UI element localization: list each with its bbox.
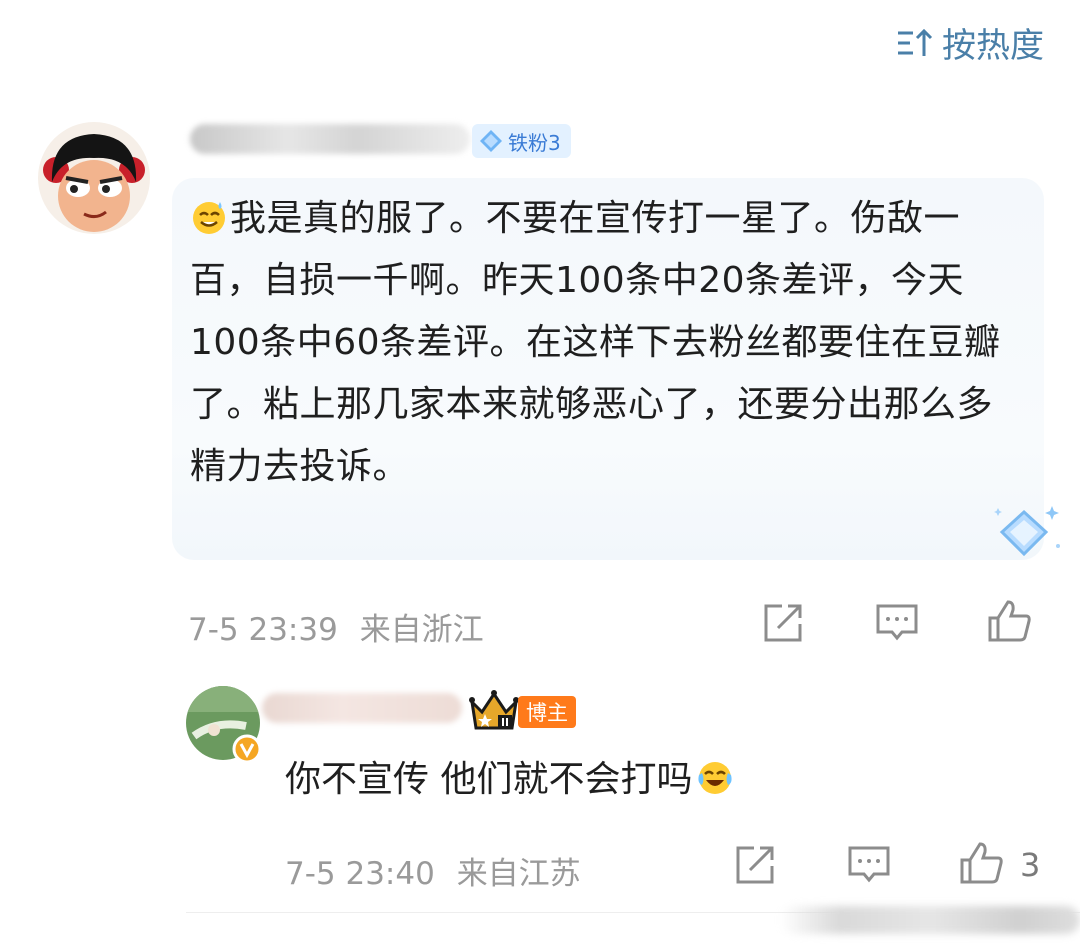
diamond-icon	[480, 130, 502, 152]
sort-icon	[898, 28, 933, 56]
reply-time: 7-5 23:40	[285, 856, 435, 892]
reply-share-icon[interactable]	[732, 842, 778, 888]
comment-time: 7-5 23:39	[188, 612, 338, 648]
fan-level-badge: 铁粉3	[472, 124, 571, 158]
comment-thread: 按热度 铁粉3 我是真的服了。不要在宣传打一星了。伤敌一百，自损一千啊。昨天10…	[0, 0, 1080, 944]
comment-text-block: 我是真的服了。不要在宣传打一星了。伤敌一百，自损一千啊。昨天100条中20条差评…	[190, 188, 1005, 498]
verified-badge-icon	[232, 734, 262, 764]
share-icon[interactable]	[760, 600, 806, 646]
commenter-name-redacted[interactable]	[190, 124, 470, 154]
watermark-blur	[780, 906, 1080, 934]
sort-by-hot-button[interactable]: 按热度	[896, 18, 1044, 67]
blogger-badge: 博主	[518, 696, 576, 728]
reply-like-count: 3	[1020, 846, 1041, 884]
reply-meta: 7-5 23:40 来自江苏	[285, 848, 581, 893]
laugh-cry-emoji	[698, 762, 733, 794]
crown-icon	[469, 690, 519, 730]
comment-text: 我是真的服了。不要在宣传打一星了。伤敌一百，自损一千啊。昨天100条中20条差评…	[190, 198, 1001, 487]
comment-icon[interactable]	[874, 600, 920, 646]
blogger-name-redacted[interactable]	[262, 693, 462, 723]
fan-level-label: 铁粉3	[508, 130, 561, 155]
reply-location: 来自江苏	[456, 856, 581, 892]
diamond-sparkle-icon	[994, 506, 1060, 557]
sweat-smile-emoji	[193, 202, 225, 234]
sort-label: 按热度	[942, 26, 1044, 66]
comment-meta: 7-5 23:39 来自浙江	[188, 604, 484, 649]
reply-comment-icon[interactable]	[846, 842, 892, 888]
reply-text: 你不宣传 他们就不会打吗	[285, 759, 693, 800]
comment-location: 来自浙江	[359, 612, 484, 648]
blogger-badge-label: 博主	[526, 701, 568, 725]
reply-text-block: 你不宣传 他们就不会打吗	[285, 752, 736, 808]
like-icon[interactable]	[986, 598, 1032, 644]
reply-like-icon[interactable]	[958, 840, 1004, 886]
commenter-avatar[interactable]	[38, 122, 150, 234]
